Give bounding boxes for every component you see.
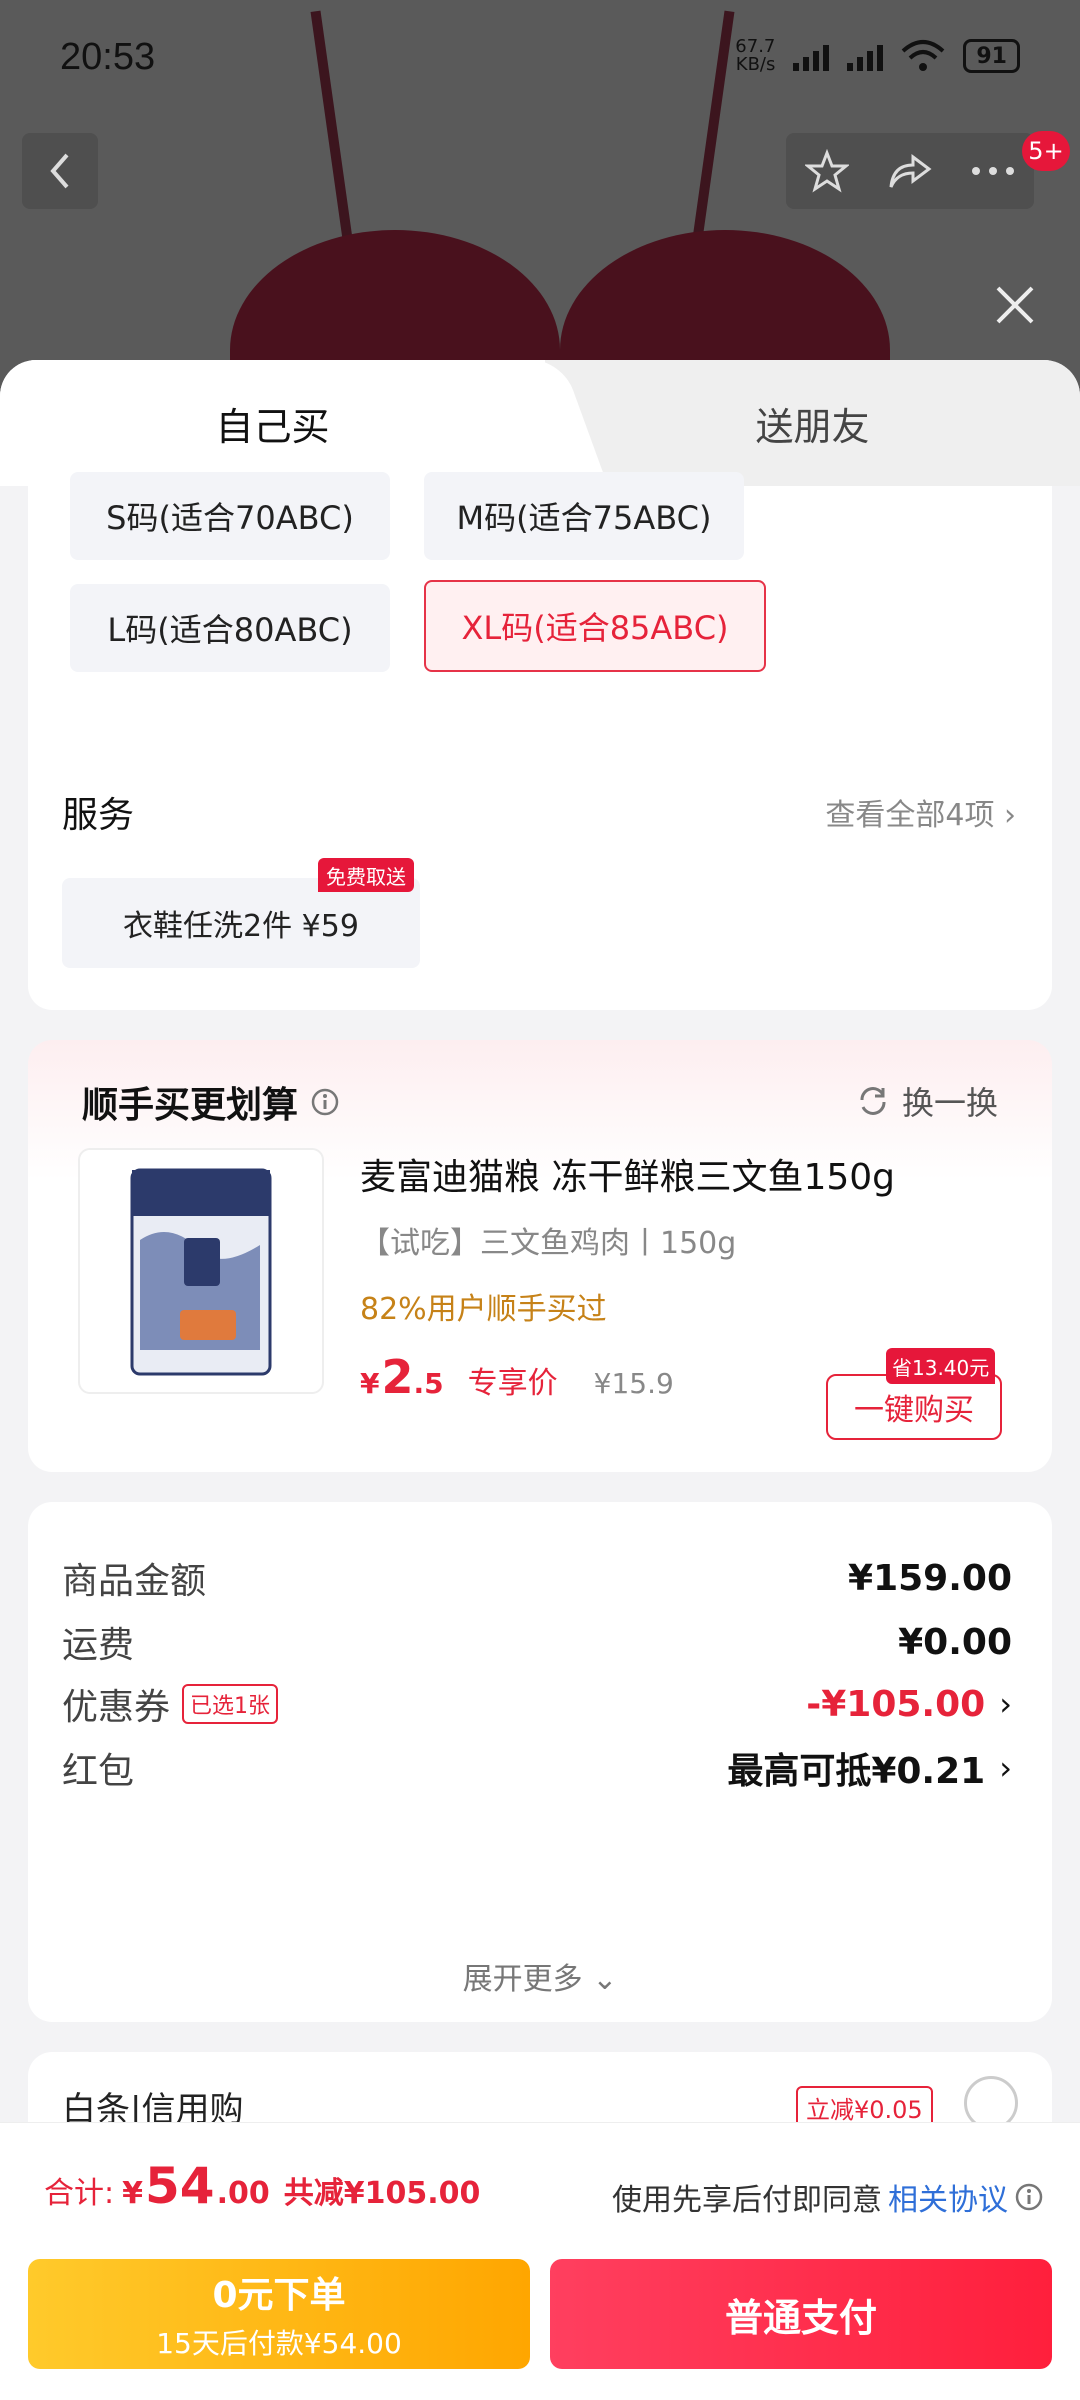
wifi-icon — [902, 40, 945, 71]
addon-title: 顺手买更划算 — [82, 1076, 340, 1128]
chevron-right-icon: › — [999, 1685, 1012, 1723]
info-icon[interactable] — [310, 1087, 340, 1117]
zero-down-order-button[interactable]: 0元下单 15天后付款¥54.00 — [28, 2259, 530, 2369]
top-action-group — [786, 133, 1034, 209]
agreement-text: 使用先享后付即同意 相关协议 — [612, 2175, 1044, 2219]
chevron-left-icon — [50, 153, 69, 189]
size-option-l[interactable]: L码(适合80ABC) — [70, 584, 390, 672]
size-option-xl[interactable]: XL码(适合85ABC) — [424, 580, 766, 672]
network-rate: 67.7 KB/s — [735, 36, 776, 75]
summary-row-goods: 商品金额 ¥159.00 — [62, 1557, 1012, 1603]
normal-pay-button[interactable]: 普通支付 — [550, 2259, 1052, 2369]
price-summary-card: 商品金额 ¥159.00 运费 ¥0.00 优惠券 已选1张 -¥105.00 › … — [28, 1502, 1052, 2022]
chevron-right-icon: › — [999, 1749, 1012, 1787]
more-icon[interactable] — [971, 166, 1015, 176]
refresh-icon — [860, 1087, 886, 1115]
back-button[interactable] — [22, 133, 98, 209]
swap-button[interactable]: 换一换 — [856, 1078, 998, 1124]
close-icon[interactable] — [990, 280, 1040, 330]
chevron-right-icon: › — [1004, 798, 1016, 833]
addon-card: 顺手买更划算 换一换 麦富迪猫粮 冻干鲜粮三文鱼150g 【试吃】三文鱼鸡肉丨1… — [28, 1040, 1052, 1472]
summary-row-redpacket[interactable]: 红包 最高可抵¥0.21 › — [62, 1738, 1012, 1798]
save-amount-tag: 省13.40元 — [886, 1348, 996, 1384]
share-icon[interactable] — [887, 151, 933, 191]
spec-card: S码(适合70ABC) M码(适合75ABC) L码(适合80ABC) XL码(… — [28, 472, 1052, 1010]
agreement-link[interactable]: 相关协议 — [888, 2175, 1008, 2219]
summary-row-shipping: 运费 ¥0.00 — [62, 1621, 1012, 1667]
size-option-s[interactable]: S码(适合70ABC) — [70, 472, 390, 560]
checkout-bar: 合计: ¥ 54 .00 共减¥105.00 使用先享后付即同意 相关协议 0元… — [0, 2122, 1080, 2400]
info-icon[interactable] — [1014, 2182, 1044, 2212]
product-price: ¥ 2 .5 专享价 ¥15.9 — [360, 1350, 674, 1404]
product-thumbnail[interactable] — [78, 1148, 324, 1394]
service-view-all[interactable]: 查看全部4项 › — [825, 790, 1016, 834]
tab-gift-friend[interactable]: 送朋友 — [545, 360, 1080, 486]
tab-buy-self[interactable]: 自己买 — [0, 360, 545, 486]
total-amount: 合计: ¥ 54 .00 共减¥105.00 — [44, 2157, 481, 2215]
cat-food-bag-image — [130, 1168, 272, 1376]
total-discount: 共减¥105.00 — [283, 2176, 481, 2211]
summary-row-coupon[interactable]: 优惠券 已选1张 -¥105.00 › — [62, 1674, 1012, 1734]
expand-more-button[interactable]: 展开更多 ⌄ — [28, 1954, 1052, 1998]
coupon-selected-tag: 已选1张 — [182, 1684, 279, 1724]
service-title: 服务 — [62, 795, 135, 836]
signal-1-icon — [793, 41, 830, 71]
message-badge: 5+ — [1022, 131, 1070, 171]
size-option-m[interactable]: M码(适合75ABC) — [424, 472, 744, 560]
original-price: ¥15.9 — [593, 1367, 674, 1400]
purchase-tabs: 送朋友 自己买 — [0, 360, 1080, 486]
chevron-down-icon: ⌄ — [592, 1962, 618, 1997]
status-time: 20:53 — [60, 36, 156, 78]
service-free-pickup-tag: 免费取送 — [318, 858, 414, 892]
signal-2-icon — [847, 41, 884, 71]
purchase-sheet: 送朋友 自己买 S码(适合70ABC) M码(适合75ABC) L码(适合80A… — [0, 360, 1080, 2400]
star-icon[interactable] — [805, 149, 849, 193]
battery-icon: 91 — [963, 39, 1020, 73]
status-bar: 20:53 67.7 KB/s 91 — [0, 0, 1080, 120]
product-name[interactable]: 麦富迪猫粮 冻干鲜粮三文鱼150g — [360, 1148, 895, 1200]
product-spec: 【试吃】三文鱼鸡肉丨150g — [360, 1226, 737, 1261]
product-bought-rate: 82%用户顺手买过 — [360, 1292, 607, 1327]
